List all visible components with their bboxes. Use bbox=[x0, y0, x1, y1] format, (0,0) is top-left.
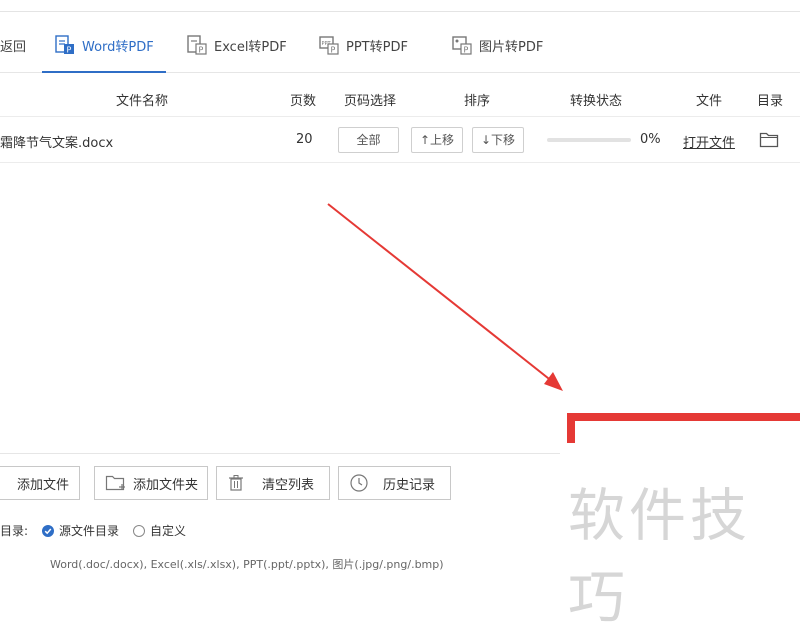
add-file-label: 添加文件 bbox=[17, 477, 70, 493]
radio-unchecked-icon bbox=[133, 524, 145, 537]
radio-custom-dir[interactable]: 自定义 bbox=[133, 522, 186, 539]
add-folder-icon bbox=[105, 475, 125, 491]
history-button[interactable]: 历史记录 bbox=[338, 466, 451, 500]
annotation-arrow-head bbox=[544, 372, 563, 391]
annotation-arrow-line bbox=[327, 203, 554, 383]
radio-source-dir[interactable]: 源文件目录 bbox=[42, 522, 119, 539]
clock-icon bbox=[350, 474, 368, 492]
add-folder-label: 添加文件夹 bbox=[133, 477, 199, 493]
output-dir-label: 目录: bbox=[0, 524, 29, 538]
watermark: 软件技巧 bbox=[568, 483, 751, 631]
history-label: 历史记录 bbox=[383, 477, 436, 493]
annotation-box bbox=[567, 413, 800, 443]
trash-icon bbox=[229, 475, 243, 491]
clear-list-button[interactable]: 清空列表 bbox=[216, 466, 330, 500]
custom-dir-label: 自定义 bbox=[150, 524, 187, 538]
supported-formats-note: Word(.doc/.docx), Excel(.xls/.xlsx), PPT… bbox=[50, 558, 444, 571]
radio-checked-icon bbox=[42, 524, 54, 537]
add-folder-button[interactable]: 添加文件夹 bbox=[94, 466, 208, 500]
source-dir-label: 源文件目录 bbox=[59, 524, 120, 538]
action-divider bbox=[0, 453, 560, 454]
add-file-button[interactable]: 添加文件 bbox=[0, 466, 80, 500]
clear-list-label: 清空列表 bbox=[262, 477, 315, 493]
